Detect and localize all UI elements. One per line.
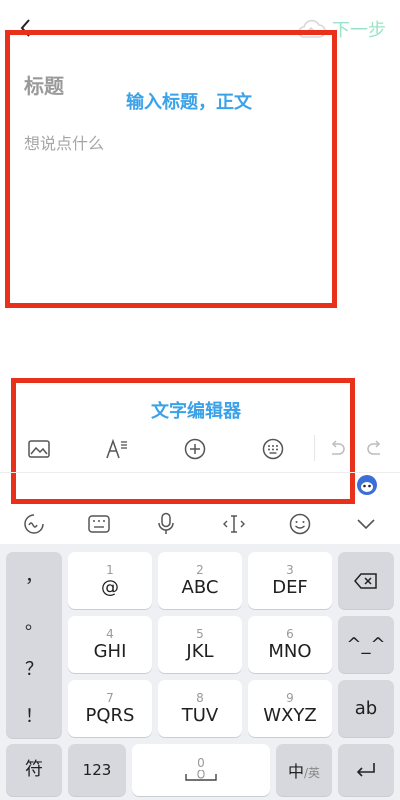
redo-button[interactable] xyxy=(356,426,396,472)
key-1[interactable]: 1 @ xyxy=(68,552,152,609)
toolbar-divider xyxy=(0,472,400,473)
key-3[interactable]: 3 DEF xyxy=(248,552,332,609)
key-4[interactable]: 4 GHI xyxy=(68,616,152,673)
language-switch-key[interactable]: 中/英 xyxy=(276,744,332,796)
cursor-move-button[interactable] xyxy=(214,504,254,544)
emoji-button[interactable] xyxy=(280,504,320,544)
symbols-key[interactable]: 符 xyxy=(6,744,62,796)
backspace-key[interactable] xyxy=(338,552,394,609)
keyboard-layout-icon xyxy=(88,515,110,533)
keyboard: ， 。 ？ ！ 1 @ 2 ABC 3 DEF 4 GHI 5 JKL 6 MN… xyxy=(0,544,400,800)
punct-comma[interactable]: ， xyxy=(25,562,43,588)
mascot-icon[interactable] xyxy=(356,474,378,496)
editor-toolbar xyxy=(0,426,400,472)
enter-key[interactable] xyxy=(338,744,394,796)
microphone-icon xyxy=(158,512,174,534)
annotation-label-input: 输入标题，正文 xyxy=(126,92,252,113)
handwrite-button[interactable] xyxy=(14,504,54,544)
emoji-icon xyxy=(289,513,311,535)
punct-period[interactable]: 。 xyxy=(25,609,43,635)
handwrite-icon xyxy=(24,514,44,534)
enter-icon xyxy=(356,763,375,777)
add-circle-icon xyxy=(184,438,206,460)
key-6[interactable]: 6 MNO xyxy=(248,616,332,673)
emoticon-key[interactable]: ^_^ xyxy=(338,616,394,673)
annotation-label-editor: 文字编辑器 xyxy=(151,401,241,422)
punct-question[interactable]: ？ xyxy=(25,655,43,681)
keyboard-toggle-button[interactable] xyxy=(253,426,293,472)
text-format-button[interactable] xyxy=(97,426,137,472)
toolbar-separator xyxy=(314,435,315,461)
text-format-icon xyxy=(106,438,127,459)
numbers-key[interactable]: 123 xyxy=(68,744,126,796)
key-2[interactable]: 2 ABC xyxy=(158,552,242,609)
cursor-icon xyxy=(223,515,245,533)
annotation-box-input-area xyxy=(5,30,337,308)
undo-button[interactable] xyxy=(316,426,356,472)
keyboard-layout-button[interactable] xyxy=(79,504,119,544)
key-8[interactable]: 8 TUV xyxy=(158,680,242,737)
undo-icon xyxy=(331,440,345,455)
add-button[interactable] xyxy=(175,426,215,472)
collapse-keyboard-button[interactable] xyxy=(346,504,386,544)
key-9[interactable]: 9 WXYZ xyxy=(248,680,332,737)
redo-icon xyxy=(367,440,381,455)
space-key[interactable]: 0 xyxy=(132,744,270,796)
ime-toolbar xyxy=(0,504,400,544)
keyboard-icon xyxy=(262,438,284,460)
next-step-label: 下一步 xyxy=(332,20,386,41)
image-icon xyxy=(28,440,50,458)
voice-input-button[interactable] xyxy=(146,504,186,544)
key-7[interactable]: 7 PQRS xyxy=(68,680,152,737)
insert-image-button[interactable] xyxy=(19,426,59,472)
ab-key[interactable]: ab xyxy=(338,680,394,737)
key-5[interactable]: 5 JKL xyxy=(158,616,242,673)
punctuation-column[interactable]: ， 。 ？ ！ xyxy=(6,552,62,738)
collapse-chevron-icon xyxy=(357,519,375,530)
punct-exclaim[interactable]: ！ xyxy=(25,702,43,728)
space-mic-icon xyxy=(185,770,217,781)
backspace-icon xyxy=(354,572,377,589)
